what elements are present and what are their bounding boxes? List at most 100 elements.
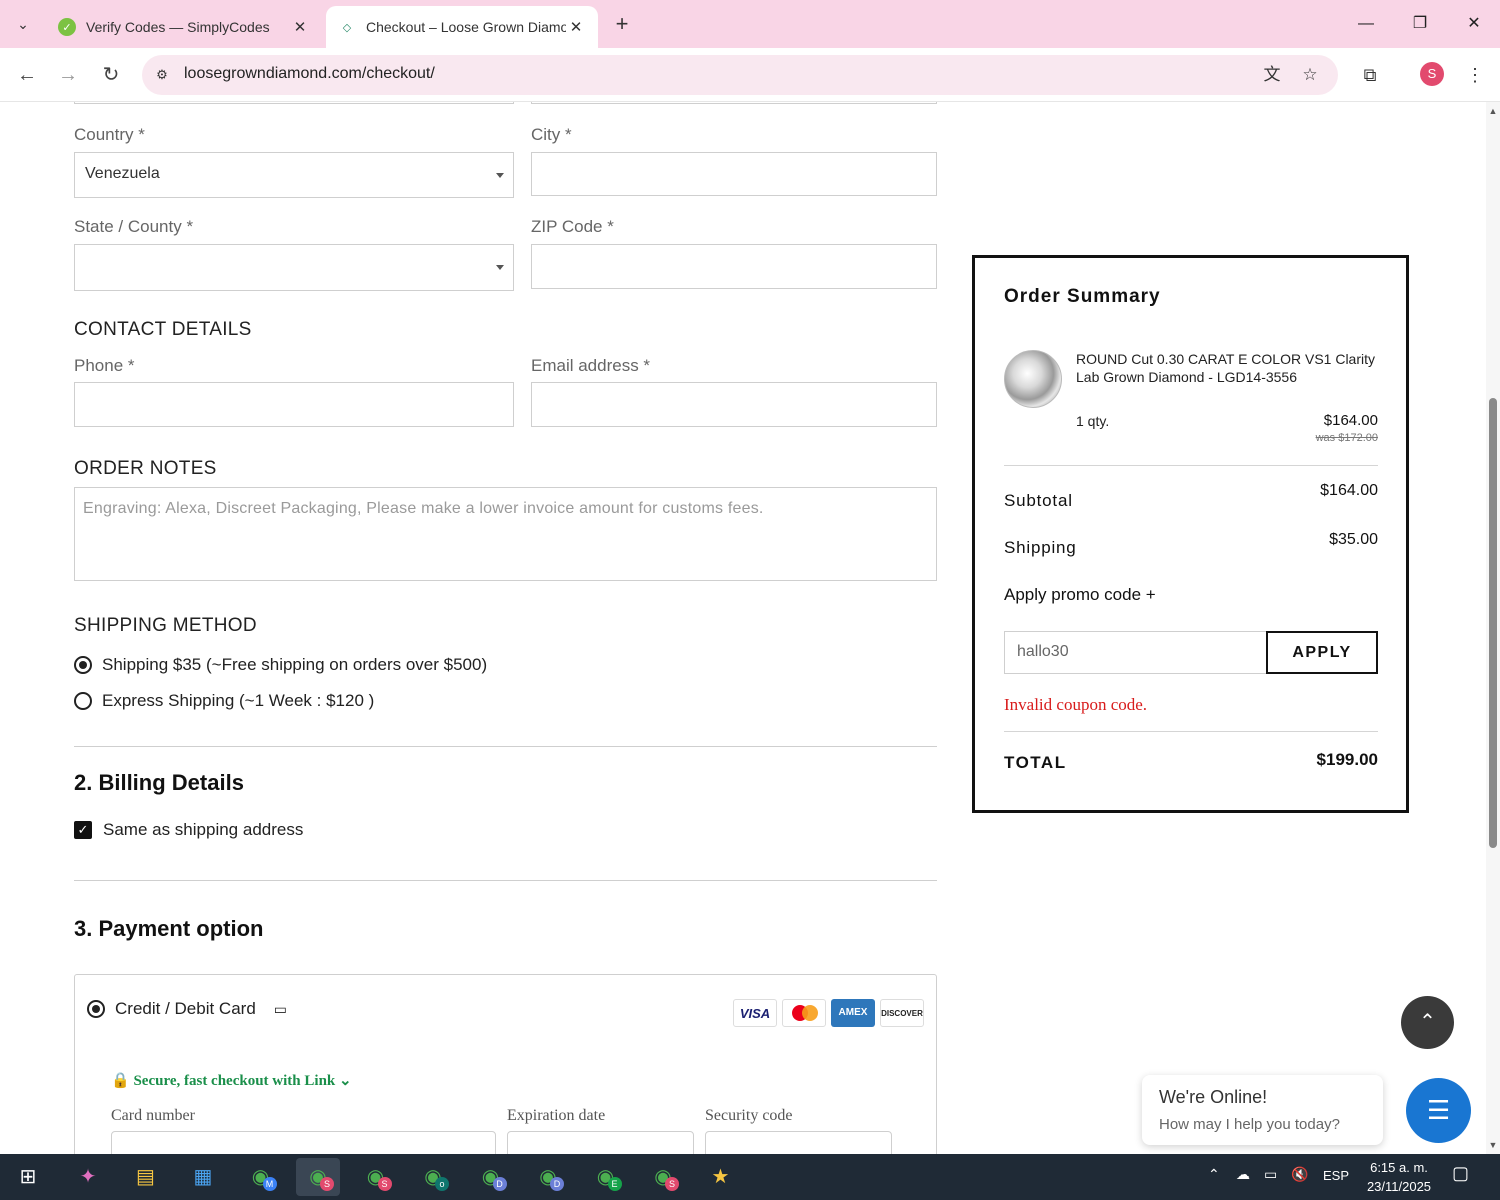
clock-time: 6:15 a. m. xyxy=(1370,1160,1428,1175)
close-tab-icon[interactable]: ✕ xyxy=(290,18,310,36)
radio-unselected[interactable] xyxy=(74,692,92,710)
taskbar-app-store-icon[interactable]: ▦ xyxy=(181,1158,225,1196)
shipping-standard-option[interactable]: Shipping $35 (~Free shipping on orders o… xyxy=(74,655,487,675)
close-tab-icon[interactable]: ✕ xyxy=(566,18,586,36)
url-text[interactable]: loosegrowndiamond.com/checkout/ xyxy=(184,65,435,83)
contact-details-heading: CONTACT DETAILS xyxy=(74,319,252,340)
zip-input[interactable] xyxy=(531,244,937,289)
country-select[interactable]: Venezuela xyxy=(74,152,514,198)
chat-launcher-button[interactable]: ☰ xyxy=(1406,1078,1471,1143)
credit-card-option[interactable]: Credit / Debit Card ▭ xyxy=(87,999,287,1019)
browser-toolbar: ← → ↻ ⚙ loosegrowndiamond.com/checkout/ … xyxy=(0,48,1500,102)
state-select[interactable] xyxy=(74,244,514,291)
taskbar-app-chrome-icon[interactable]: ◉ D xyxy=(469,1158,513,1196)
tray-chevron-icon[interactable]: ⌃ xyxy=(1208,1166,1220,1183)
start-button[interactable]: ⊞ xyxy=(6,1158,50,1196)
taskbar-app-chrome-icon[interactable]: ◉ M xyxy=(239,1158,283,1196)
reload-button[interactable]: ↻ xyxy=(96,60,126,90)
promo-code-input[interactable]: hallo30 xyxy=(1004,631,1268,674)
taskbar-app-chrome-icon[interactable]: ◉ D xyxy=(526,1158,570,1196)
clock[interactable]: 6:15 a. m. 23/11/2025 xyxy=(1358,1158,1440,1196)
chevron-down-icon: ⌄ xyxy=(339,1073,352,1089)
billing-heading: 2. Billing Details xyxy=(74,770,244,795)
taskbar-app-chrome-icon[interactable]: ◉ S xyxy=(641,1158,685,1196)
country-value: Venezuela xyxy=(85,165,160,182)
address-bar[interactable]: ⚙ loosegrowndiamond.com/checkout/ 文 ☆ xyxy=(142,55,1338,95)
apply-promo-toggle[interactable]: Apply promo code + xyxy=(1004,585,1156,605)
shipping-label: Shipping xyxy=(1004,538,1077,557)
shipping-express-option[interactable]: Express Shipping (~1 Week : $120 ) xyxy=(74,691,374,711)
menu-kebab-icon[interactable]: ⋮ xyxy=(1460,60,1490,90)
order-notes-heading: ORDER NOTES xyxy=(74,458,217,479)
same-as-shipping-checkbox[interactable]: ✓ Same as shipping address xyxy=(74,820,303,840)
onedrive-icon[interactable]: ☁ xyxy=(1236,1166,1250,1183)
profile-badge: S xyxy=(377,1177,392,1191)
expiration-input[interactable] xyxy=(507,1131,694,1154)
phone-label: Phone * xyxy=(74,356,135,375)
checkbox-checked-icon[interactable]: ✓ xyxy=(74,821,92,839)
tab-simplycodes[interactable]: ✓ Verify Codes — SimplyCodes ✕ xyxy=(46,6,322,48)
profile-badge: E xyxy=(607,1177,622,1191)
taskbar-app-file-explorer-icon[interactable]: ▤ xyxy=(124,1158,168,1196)
page-scrollbar[interactable]: ▲ ▼ xyxy=(1486,102,1500,1154)
windows-logo-icon: ⊞ xyxy=(19,1166,37,1188)
notifications-icon[interactable]: ▢ xyxy=(1452,1163,1469,1184)
extensions-icon[interactable]: ⧉ xyxy=(1355,60,1385,90)
tab-search-button[interactable]: ⌄ xyxy=(8,10,38,38)
email-input[interactable] xyxy=(531,382,937,427)
profile-badge: o xyxy=(435,1177,449,1191)
profile-badge: S xyxy=(665,1177,679,1191)
scroll-down-arrow-icon[interactable]: ▼ xyxy=(1488,1140,1498,1150)
tab-title: Checkout – Loose Grown Diamo xyxy=(366,19,566,35)
phone-input[interactable] xyxy=(74,382,514,427)
card-number-input[interactable] xyxy=(111,1131,496,1154)
language-indicator[interactable]: ESP xyxy=(1323,1168,1349,1183)
mastercard-circle-orange xyxy=(802,1005,818,1021)
radio-selected[interactable] xyxy=(87,1000,105,1018)
taskbar-app-star-app-icon[interactable]: ★ xyxy=(699,1158,743,1196)
same-as-shipping-label: Same as shipping address xyxy=(103,820,304,839)
site-info-icon[interactable]: ⚙ xyxy=(150,63,174,87)
tab-title: Verify Codes — SimplyCodes xyxy=(86,19,270,35)
restore-button[interactable]: ❐ xyxy=(1400,8,1440,40)
divider xyxy=(1004,731,1378,732)
chat-greeting-bubble[interactable]: We're Online! How may I help you today? xyxy=(1142,1075,1383,1145)
email-label: Email address * xyxy=(531,356,651,375)
browser-tab-bar: ⌄ ✓ Verify Codes — SimplyCodes ✕ ◇ Check… xyxy=(0,0,1500,48)
security-code-label: Security code xyxy=(705,1107,793,1124)
new-tab-button[interactable]: + xyxy=(608,10,636,38)
checkout-page: Country * Venezuela City * State / Count… xyxy=(0,102,1486,1154)
scroll-to-top-button[interactable]: ⌃ xyxy=(1401,996,1454,1049)
security-code-input[interactable] xyxy=(705,1131,892,1154)
volume-muted-icon[interactable]: 🔇 xyxy=(1291,1166,1308,1183)
address-field-top-right[interactable] xyxy=(531,102,937,104)
forward-button[interactable]: → xyxy=(53,60,83,90)
translate-icon[interactable]: 文 xyxy=(1260,63,1284,87)
taskbar-app-chrome-icon[interactable]: ◉ S xyxy=(296,1158,340,1196)
taskbar-app-chrome-icon[interactable]: ◉ S xyxy=(354,1158,398,1196)
apply-promo-button[interactable]: APPLY xyxy=(1266,631,1378,674)
chevron-down-icon: ⌄ xyxy=(17,15,29,32)
product-qty: 1 qty. xyxy=(1076,413,1110,429)
minimize-button[interactable]: — xyxy=(1346,8,1386,40)
taskbar-app-copilot-icon[interactable]: ✦ xyxy=(66,1158,110,1196)
link-checkout[interactable]: 🔒 Secure, fast checkout with Link ⌄ xyxy=(111,1071,352,1090)
state-label: State / County * xyxy=(74,217,194,236)
taskbar-app-chrome-icon[interactable]: ◉ E xyxy=(584,1158,628,1196)
address-field-top-left[interactable] xyxy=(74,102,514,104)
network-icon[interactable]: ▭ xyxy=(1264,1166,1277,1183)
card-number-label: Card number xyxy=(111,1107,195,1124)
scroll-thumb[interactable] xyxy=(1489,398,1497,848)
scroll-up-arrow-icon[interactable]: ▲ xyxy=(1488,106,1498,116)
close-window-button[interactable]: ✕ xyxy=(1454,8,1494,40)
profile-avatar[interactable]: S xyxy=(1420,62,1444,86)
taskbar-app-chrome-icon[interactable]: ◉ o xyxy=(411,1158,455,1196)
radio-selected[interactable] xyxy=(74,656,92,674)
city-input[interactable] xyxy=(531,152,937,196)
product-was-price: was $172.00 xyxy=(1315,432,1378,444)
back-button[interactable]: ← xyxy=(12,60,42,90)
tab-checkout[interactable]: ◇ Checkout – Loose Grown Diamo ✕ xyxy=(326,6,598,48)
bookmark-star-icon[interactable]: ☆ xyxy=(1298,63,1322,87)
order-notes-textarea[interactable]: Engraving: Alexa, Discreet Packaging, Pl… xyxy=(74,487,937,581)
divider xyxy=(74,746,937,747)
